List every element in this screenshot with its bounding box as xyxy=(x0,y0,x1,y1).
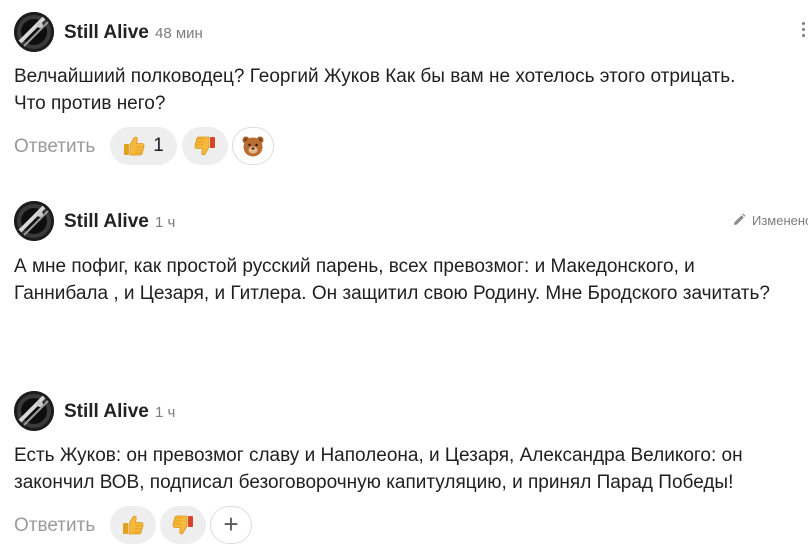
comment-line: Велчайшиий полководец? Георгий Жуков Как… xyxy=(14,66,736,87)
comment: Still Alive 1 ч Есть Жуков: он превозмог… xyxy=(0,391,808,493)
plus-icon: + xyxy=(223,509,239,539)
comment-line: Что против него? xyxy=(14,93,166,114)
edited-indicator: Изменено xyxy=(732,213,808,228)
edited-label: Изменено xyxy=(752,213,808,228)
comment-line: закончил ВОВ, подписал безоговорочную ка… xyxy=(14,472,734,493)
bear-reaction-button[interactable] xyxy=(232,127,274,165)
timestamp: 48 мин xyxy=(155,25,203,42)
avatar[interactable] xyxy=(14,12,54,52)
thumbs-down-icon xyxy=(172,515,194,535)
comment-text: Велчайшиий полководец? Георгий Жуков Как… xyxy=(14,63,804,117)
comment-text: Есть Жуков: он превозмог славу и Наполео… xyxy=(14,442,804,496)
like-button[interactable] xyxy=(110,506,156,544)
timestamp: 1 ч xyxy=(155,214,176,231)
bear-emoji-icon xyxy=(242,136,264,157)
reply-button[interactable]: Ответить xyxy=(14,136,95,158)
author-name[interactable]: Still Alive xyxy=(64,211,149,233)
avatar[interactable] xyxy=(14,391,54,431)
avatar[interactable] xyxy=(14,201,54,241)
timestamp: 1 ч xyxy=(155,404,176,421)
reply-button[interactable]: Ответить xyxy=(14,515,95,537)
comment-text: А мне пофиг, как простой русский парень,… xyxy=(14,253,804,307)
comment-header: Still Alive 1 ч Изменено xyxy=(0,201,808,241)
comment-line: Ганнибала , и Цезаря, и Гитлера. Он защи… xyxy=(14,283,770,304)
like-count: 1 xyxy=(153,135,164,156)
pencil-icon xyxy=(734,213,746,225)
comment: Still Alive 1 ч Изменено А мне пофиг, ка… xyxy=(0,201,808,544)
thumbs-up-icon xyxy=(122,515,144,535)
comment-line: Есть Жуков: он превозмог славу и Наполео… xyxy=(14,445,743,466)
comment-line: А мне пофиг, как простой русский парень,… xyxy=(14,256,695,277)
like-button[interactable]: 1 xyxy=(110,127,177,165)
thumbs-down-icon xyxy=(194,136,216,156)
thumbs-up-icon xyxy=(123,136,145,156)
comment-header: Still Alive 1 ч xyxy=(0,391,808,431)
comment-header: Still Alive 48 мин xyxy=(0,12,808,52)
more-options-icon[interactable] xyxy=(800,22,808,42)
dislike-button[interactable] xyxy=(182,127,228,165)
author-name[interactable]: Still Alive xyxy=(64,401,149,423)
dislike-button[interactable] xyxy=(160,506,206,544)
author-name[interactable]: Still Alive xyxy=(64,22,149,44)
add-reaction-button[interactable]: + xyxy=(210,506,252,544)
comment: Still Alive 48 мин Велчайшиий полководец… xyxy=(0,12,808,165)
